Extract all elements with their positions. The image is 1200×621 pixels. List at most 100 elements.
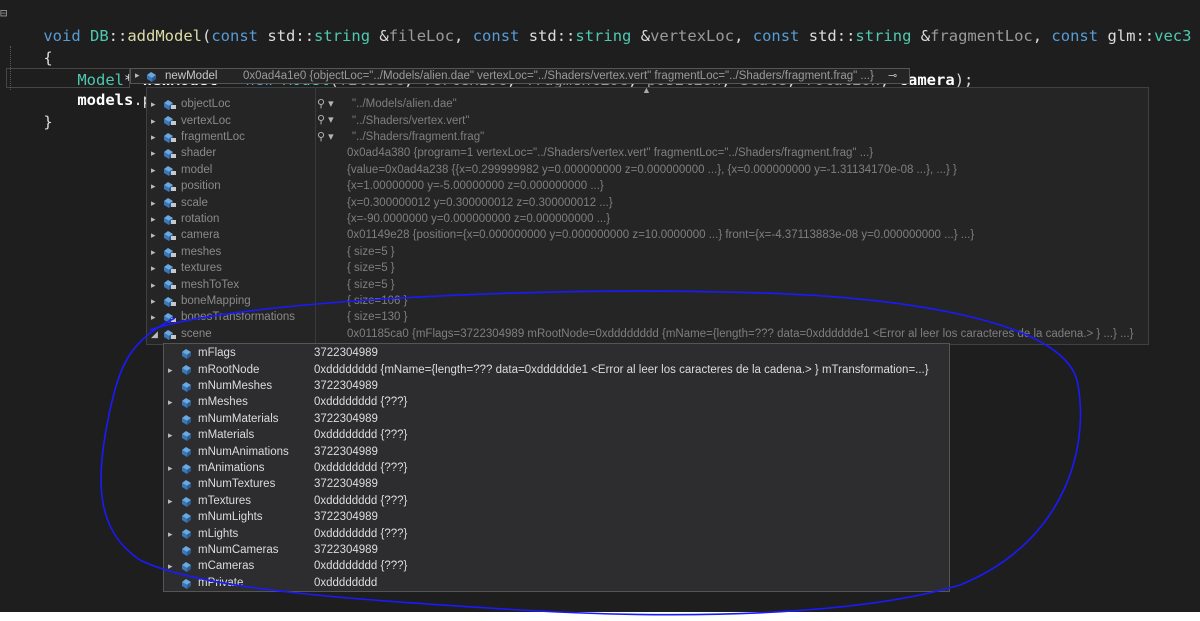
public-member-icon — [181, 446, 193, 458]
param-name: fileLoc — [388, 27, 455, 45]
type-name: string — [855, 27, 912, 45]
member-name: scale — [181, 196, 208, 209]
expand-icon[interactable]: ▸ — [151, 293, 159, 309]
public-member-icon — [181, 364, 193, 376]
scene-member-row[interactable]: mNumTextures 3722304989 — [164, 476, 949, 492]
public-member-icon — [181, 463, 193, 474]
expand-icon[interactable]: ▸ — [168, 394, 176, 410]
text-visualizer-icon[interactable]: ⚲ ▾ — [317, 97, 334, 110]
expand-icon[interactable]: ▸ — [168, 460, 176, 476]
expand-icon[interactable]: ▸ — [168, 362, 176, 378]
scene-member-row[interactable]: ▸ mMeshes 0xdddddddd {???} — [164, 394, 949, 410]
member-value: 0x0ad4a380 {program=1 vertexLoc="../Shad… — [347, 147, 874, 160]
dot-op: . — [133, 91, 143, 109]
type-name: string — [575, 27, 632, 45]
expand-icon[interactable]: ▸ — [151, 129, 159, 145]
member-name: model — [181, 163, 213, 176]
member-row[interactable]: ▸ textures { size=5 } — [147, 260, 1148, 276]
expand-icon[interactable]: ▸ — [151, 195, 159, 211]
member-row[interactable]: ▸ objectLoc ⚲ ▾ "../Models/alien.dae" — [147, 96, 1148, 112]
scroll-up-arrow[interactable]: ▲ — [642, 85, 651, 95]
member-name: mPrivate — [198, 576, 244, 589]
member-value: 0xdddddddd {???} — [314, 560, 408, 573]
member-row[interactable]: ▸ fragmentLoc ⚲ ▾ "../Shaders/fragment.frag… — [147, 129, 1148, 145]
keyword-const: const — [472, 27, 520, 45]
member-row[interactable]: ▸ model {value=0x0ad4a238 {{x=0.299999982 … — [147, 162, 1148, 178]
expand-icon[interactable]: ▸ — [168, 427, 176, 443]
datatip-header[interactable]: ▸ newModel 0x0ad4a1e0 {objectLoc="../Mod… — [130, 68, 910, 84]
member-row[interactable]: ◢ scene 0x01185ca0 {mFlags=3722304989 mRoo… — [147, 326, 1148, 342]
expand-icon[interactable]: ▸ — [168, 558, 176, 574]
member-row[interactable]: ▸ position {x=1.00000000 y=-5.00000000 z=0… — [147, 178, 1148, 194]
text-visualizer-icon[interactable]: ⚲ ▾ — [317, 113, 334, 126]
member-name: mNumAnimations — [198, 445, 289, 458]
code-line-2: { — [6, 25, 52, 67]
expand-icon[interactable]: ▸ — [151, 113, 159, 129]
text-visualizer-icon[interactable]: ⚲ ▾ — [317, 130, 334, 143]
namespace: std — [528, 27, 557, 45]
close-brace: } — [43, 113, 53, 131]
member-value: { size=5 } — [347, 245, 395, 258]
member-name: mAnimations — [198, 461, 265, 474]
public-member-icon — [181, 381, 193, 392]
private-member-icon — [163, 181, 176, 192]
member-row[interactable]: ▸ rotation {x=-90.0000000 y=0.000000000 z=… — [147, 211, 1148, 227]
scene-member-row[interactable]: mNumCameras 3722304989 — [164, 542, 949, 558]
member-value: 3722304989 — [314, 412, 378, 425]
collapse-icon[interactable]: ◢ — [151, 326, 159, 342]
scene-member-row[interactable]: ▸ mTextures 0xdddddddd {???} — [164, 493, 949, 509]
member-row[interactable]: ▸ camera 0x01149e28 {position={x=0.0000000… — [147, 227, 1148, 243]
collapse-marker[interactable]: ⊟ — [0, 6, 7, 20]
member-row[interactable]: ▸ bonesTransformations { size=130 } — [147, 309, 1148, 325]
member-name: meshes — [181, 245, 222, 258]
member-value: 0xdddddddd {???} — [314, 494, 408, 507]
private-member-icon — [163, 279, 176, 291]
member-row[interactable]: ▸ shader 0x0ad4a380 {program=1 vertexLoc="… — [147, 145, 1148, 161]
member-row[interactable]: ▸ meshToTex { size=5 } — [147, 276, 1148, 292]
member-value: 3722304989 — [314, 511, 378, 524]
expand-icon[interactable]: ▸ — [151, 145, 159, 161]
public-member-icon — [181, 496, 193, 507]
scene-member-row[interactable]: ▸ mCameras 0xdddddddd {???} — [164, 558, 949, 574]
scene-member-row[interactable]: mPrivate 0xdddddddd — [164, 575, 949, 591]
member-row[interactable]: ▸ vertexLoc ⚲ ▾ "../Shaders/vertex.vert" — [147, 112, 1148, 128]
datatip-members-panel: ▲ ▸ objectLoc ⚲ ▾ "../Models/alien.dae" ▸ ver… — [146, 85, 1149, 345]
member-name: scene — [181, 327, 212, 340]
scene-member-row[interactable]: mNumLights 3722304989 — [164, 509, 949, 525]
member-row[interactable]: ▸ meshes { size=5 } — [147, 244, 1148, 260]
expand-icon[interactable]: ▸ — [151, 162, 159, 178]
expand-icon[interactable]: ▸ — [151, 260, 159, 276]
expand-icon[interactable]: ▸ — [168, 493, 176, 509]
scene-member-row[interactable]: ▸ mAnimations 0xdddddddd {???} — [164, 460, 949, 476]
expand-icon[interactable]: ▸ — [151, 227, 159, 243]
member-row[interactable]: ▸ boneMapping { size=106 } — [147, 293, 1148, 309]
expand-icon[interactable]: ▸ — [168, 526, 176, 542]
expand-icon[interactable]: ▸ — [135, 70, 140, 81]
scene-member-row[interactable]: ▸ mMaterials 0xdddddddd {???} — [164, 427, 949, 443]
member-name: mNumTextures — [198, 478, 276, 491]
expand-icon[interactable]: ▸ — [151, 277, 159, 293]
comma: , — [1032, 27, 1052, 45]
public-member-icon — [181, 397, 193, 409]
scene-member-row[interactable]: mFlags 3722304989 — [164, 345, 949, 361]
member-row[interactable]: ▸ scale {x=0.300000012 y=0.300000012 z=0.3… — [147, 194, 1148, 210]
scene-member-row[interactable]: ▸ mLights 0xdddddddd {???} — [164, 525, 949, 541]
scene-member-row[interactable]: ▸ mRootNode 0xdddddddd {mName={length=??? … — [164, 361, 949, 377]
expand-icon[interactable]: ▸ — [151, 178, 159, 194]
scene-member-row[interactable]: mNumMeshes 3722304989 — [164, 378, 949, 394]
member-value: 0xdddddddd — [314, 576, 378, 589]
scene-member-row[interactable]: mNumMaterials 3722304989 — [164, 411, 949, 427]
member-value: 0xdddddddd {???} — [314, 429, 408, 442]
member-name: vertexLoc — [181, 114, 231, 127]
ref-op: & — [1191, 27, 1200, 45]
public-member-icon — [181, 479, 193, 491]
datatip-name: newModel — [165, 70, 218, 82]
public-member-icon — [181, 430, 193, 441]
member-name: shader — [181, 147, 217, 160]
expand-icon[interactable]: ▸ — [151, 96, 159, 112]
scene-member-row[interactable]: mNumAnimations 3722304989 — [164, 443, 949, 459]
expand-icon[interactable]: ▸ — [151, 244, 159, 260]
expand-icon[interactable]: ▸ — [151, 309, 159, 325]
pin-icon[interactable]: ⊸ — [888, 69, 897, 82]
expand-icon[interactable]: ▸ — [151, 211, 159, 227]
